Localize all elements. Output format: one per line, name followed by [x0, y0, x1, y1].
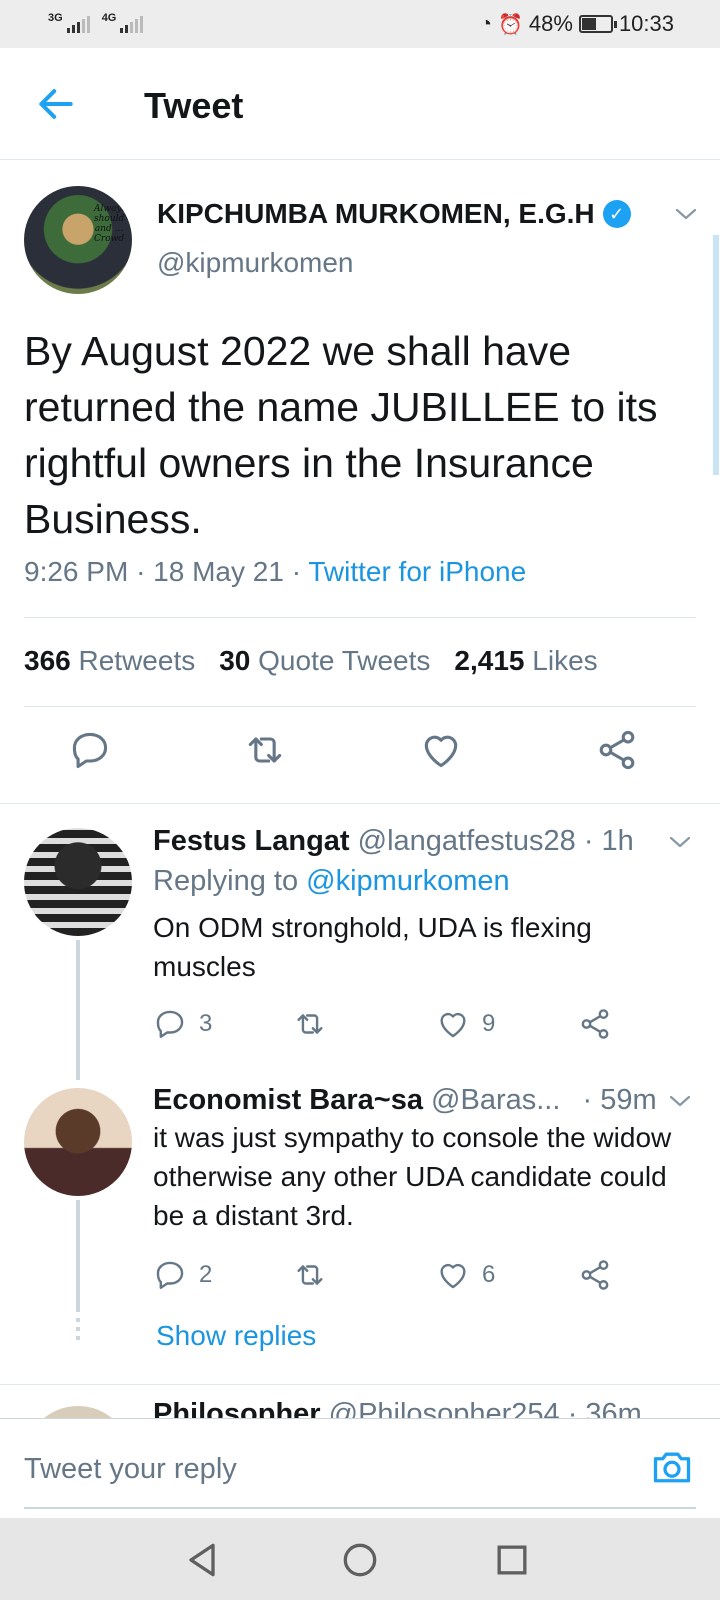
- reply-count: 3: [199, 1010, 213, 1037]
- retweet-icon: [297, 1014, 323, 1034]
- divider: [0, 1384, 720, 1385]
- avatar-text: Always should and ... Crowd: [94, 204, 127, 244]
- reply-text: it was just sympathy to console the wido…: [153, 1122, 672, 1231]
- nav-recents-icon[interactable]: [490, 1538, 534, 1582]
- reply-text: On ODM stronghold, UDA is flexing muscle…: [153, 912, 592, 982]
- share-button[interactable]: [578, 1257, 612, 1293]
- thread-line: [76, 940, 80, 1080]
- tweet-time: 9:26 PM: [24, 556, 129, 587]
- reply-time: · 59m: [582, 1084, 657, 1116]
- network-type-2: 4G: [101, 11, 117, 24]
- mention-link[interactable]: @kipmurkomen: [306, 865, 510, 897]
- reply-header: Economist Bara~sa @Baras... · 59m: [153, 1084, 657, 1117]
- replying-to: Replying to @kipmurkomen: [153, 865, 510, 897]
- share-icon: [581, 1009, 609, 1039]
- heart-icon[interactable]: [419, 728, 463, 772]
- heart-icon: [440, 1263, 466, 1289]
- like-count: 9: [482, 1010, 496, 1037]
- retweets-stat[interactable]: 366 Retweets: [24, 645, 195, 677]
- page-title: Tweet: [144, 85, 244, 126]
- chevron-down-icon[interactable]: [674, 206, 698, 222]
- share-icon: [581, 1260, 609, 1290]
- retweet-icon: [297, 1265, 323, 1285]
- quote-tweets-stat[interactable]: 30 Quote Tweets: [219, 645, 430, 677]
- reply-handle[interactable]: @langatfestus28: [358, 825, 576, 857]
- tweet-date: 18 May 21: [153, 556, 284, 587]
- verified-badge-icon: ✓: [602, 200, 631, 228]
- reply-button[interactable]: 3: [153, 1006, 212, 1042]
- reply-icon: [156, 1261, 184, 1289]
- tweet-source[interactable]: Twitter for iPhone: [308, 556, 526, 587]
- chevron-down-icon[interactable]: [668, 834, 692, 850]
- reply-button[interactable]: 2: [153, 1257, 212, 1293]
- like-button[interactable]: 6: [436, 1257, 495, 1293]
- like-count: 6: [482, 1261, 496, 1288]
- retweet-icon[interactable]: [243, 728, 287, 772]
- battery-icon: [578, 15, 617, 33]
- divider: [24, 706, 696, 707]
- signal-3g-icon: 3G: [48, 12, 90, 33]
- divider: [0, 803, 720, 804]
- network-type-1: 3G: [48, 11, 63, 24]
- camera-icon[interactable]: [650, 1445, 694, 1489]
- input-underline: [24, 1507, 696, 1509]
- likes-stat[interactable]: 2,415 Likes: [454, 645, 597, 677]
- reply-author-name[interactable]: Festus Langat: [153, 825, 350, 857]
- tweet-meta: 9:26 PM · 18 May 21 · Twitter for iPhone: [24, 556, 526, 588]
- reply-input[interactable]: [24, 1447, 624, 1491]
- share-icon[interactable]: [595, 728, 639, 772]
- reply-handle[interactable]: @Baras...: [431, 1084, 560, 1116]
- author-handle[interactable]: @kipmurkomen: [157, 247, 353, 279]
- author-name-row[interactable]: KIPCHUMBA MURKOMEN, E.G.H ✓: [157, 198, 631, 230]
- header: Tweet: [0, 48, 720, 160]
- retweet-button[interactable]: [293, 1257, 327, 1293]
- like-button[interactable]: 9: [436, 1006, 495, 1042]
- system-navigation-bar: [0, 1518, 720, 1600]
- nav-back-icon[interactable]: [180, 1538, 224, 1582]
- retweet-button[interactable]: [293, 1006, 327, 1042]
- status-right: ◔ ⏰ 48% 10:33: [480, 11, 674, 37]
- arrow-left-icon[interactable]: [34, 82, 78, 126]
- scroll-indicator: [713, 235, 719, 475]
- signal-4g-icon: 4G: [102, 12, 144, 33]
- share-button[interactable]: [578, 1006, 612, 1042]
- chevron-down-icon[interactable]: [668, 1093, 692, 1109]
- heart-icon: [440, 1012, 466, 1038]
- reply-avatar[interactable]: [24, 828, 132, 936]
- tweet-actions: [0, 728, 720, 784]
- meta-separator: ·: [136, 556, 146, 587]
- thread-line: [76, 1200, 80, 1312]
- reply-header: Festus Langat @langatfestus28 · 1h: [153, 825, 634, 858]
- reply-author-name[interactable]: Economist Bara~sa: [153, 1084, 423, 1116]
- divider: [24, 617, 696, 618]
- data-saver-icon: ◔: [479, 12, 492, 35]
- reply-time: · 1h: [583, 825, 634, 857]
- status-bar: 3G 4G ◔ ⏰ 48% 10:33: [0, 0, 720, 48]
- reply-icon: [156, 1010, 184, 1038]
- reply-avatar[interactable]: [24, 1088, 132, 1196]
- tweet-text: By August 2022 we shall have returned th…: [24, 328, 658, 542]
- author-avatar[interactable]: Always should and ... Crowd: [24, 186, 132, 294]
- show-replies-link[interactable]: Show replies: [156, 1320, 316, 1352]
- meta-separator: ·: [291, 556, 302, 587]
- reply-composer: [0, 1418, 720, 1518]
- reply-icon[interactable]: [68, 728, 112, 772]
- thread-dots: [76, 1318, 80, 1342]
- alarm-icon: ⏰: [497, 13, 523, 36]
- clock: 10:33: [618, 11, 674, 36]
- nav-home-icon[interactable]: [338, 1538, 382, 1582]
- author-name: KIPCHUMBA MURKOMEN, E.G.H: [157, 198, 595, 229]
- reply-count: 2: [199, 1261, 213, 1288]
- tweet-stats: 366 Retweets 30 Quote Tweets 2,415 Likes: [24, 645, 598, 677]
- signal-indicators: 3G 4G: [48, 12, 155, 33]
- battery-percent: 48%: [528, 11, 573, 36]
